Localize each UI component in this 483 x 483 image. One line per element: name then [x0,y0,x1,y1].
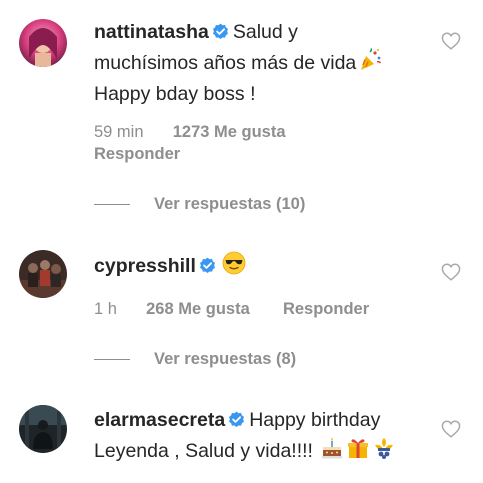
reply-button[interactable]: Responder [94,145,180,163]
comment-body: nattinatasha Salud y muchísimos años más … [94,18,424,108]
reply-button[interactable]: Responder [283,300,369,318]
comment-text-line1: Happy birthday [249,409,381,431]
heart-outline-icon[interactable] [441,32,461,55]
comment-meta: 59 min 1273 Me gusta [94,121,286,143]
comment-body: elarmasecreta Happy birthday Leyenda , Sa… [94,406,424,468]
heart-outline-icon[interactable] [441,420,461,443]
verified-badge-icon [212,20,229,48]
comment-username[interactable]: elarmasecreta [94,409,225,431]
view-replies-label: Ver respuestas (10) [154,195,306,213]
comment-text-line3: Happy bday boss ! [94,83,256,105]
heart-outline-icon[interactable] [441,263,461,286]
comment-text-line2: Leyenda , Salud y vida!!!! [94,440,313,462]
comment-body: cypresshill [94,251,424,283]
verified-badge-icon [228,408,245,436]
comment-meta-reply: Responder [94,143,180,165]
divider-line [94,359,130,361]
comment-text-line1: Salud y [232,21,298,43]
divider-line [94,204,130,206]
comment-text-line2: muchísimos años más de vida [94,52,357,74]
likes-count[interactable]: 268 Me gusta [146,300,250,318]
comment-username[interactable]: cypresshill [94,255,196,277]
fleur-ornament-icon [372,436,396,468]
comment-timestamp[interactable]: 59 min [94,123,144,141]
party-popper-icon [358,48,382,80]
avatar[interactable] [19,250,67,298]
view-replies-button[interactable]: Ver respuestas (8) [94,348,296,370]
wrapped-gift-icon [346,436,370,468]
comment-username[interactable]: nattinatasha [94,21,209,43]
likes-count[interactable]: 1273 Me gusta [173,123,286,141]
avatar[interactable] [19,405,67,453]
verified-badge-icon [199,254,216,282]
comment-timestamp[interactable]: 1 h [94,300,117,318]
view-replies-label: Ver respuestas (8) [154,350,297,368]
birthday-cake-icon [320,436,344,468]
comment-meta: 1 h 268 Me gusta Responder [94,298,369,320]
avatar[interactable] [19,19,67,67]
sunglasses-face-icon [222,251,246,283]
view-replies-button[interactable]: Ver respuestas (10) [94,193,305,215]
